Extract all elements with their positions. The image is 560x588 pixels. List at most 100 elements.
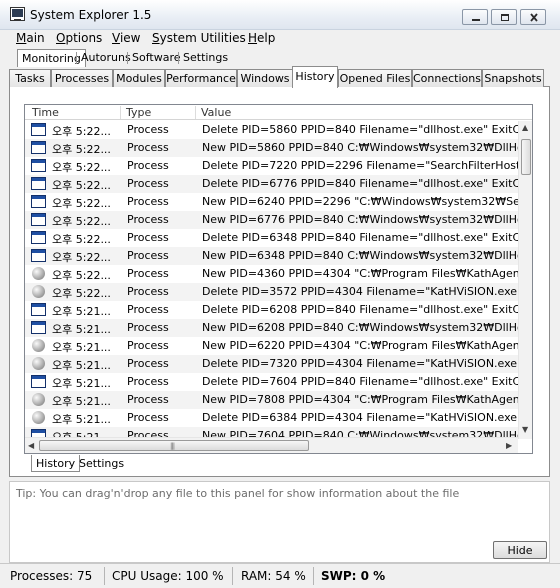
scroll-left-icon[interactable]: ◀ <box>28 441 34 450</box>
agent-icon <box>32 285 45 298</box>
tab-connections[interactable]: Connections <box>412 69 482 87</box>
history-row[interactable]: 오후 5:22... Process New PID=5860 PPID=840 C… <box>25 139 518 157</box>
list-header: Time Type Value <box>25 105 532 120</box>
row-type: Process <box>127 321 169 334</box>
history-row[interactable]: 오후 5:22... Process Delete PID=6348 PPID=84… <box>25 229 518 247</box>
row-value: New PID=6220 PPID=4304 "C:₩Program Files… <box>202 339 518 352</box>
row-time: 오후 5:22... <box>52 233 111 246</box>
row-value: New PID=7808 PPID=4304 "C:₩Program Files… <box>202 393 518 406</box>
row-value: Delete PID=7220 PPID=2296 Filename="Sear… <box>202 159 518 172</box>
history-row[interactable]: 오후 5:22... Process New PID=6348 PPID=840 C… <box>25 247 518 265</box>
file-drop-panel[interactable]: Tip: You can drag'n'drop any file to thi… <box>9 481 550 563</box>
row-value: New PID=7604 PPID=840 C:₩Windows₩system3… <box>202 429 518 437</box>
row-value: Delete PID=7604 PPID=840 Filename="dllho… <box>202 375 518 388</box>
scroll-up-icon[interactable]: ▲ <box>522 123 528 132</box>
row-type: Process <box>127 393 169 406</box>
row-time: 오후 5:21... <box>52 323 111 336</box>
history-row[interactable]: 오후 5:22... Process Delete PID=3572 PPID=43… <box>25 283 518 301</box>
vertical-scroll-thumb[interactable] <box>521 139 531 175</box>
window-icon <box>31 231 46 244</box>
status-cpu-usage: CPU Usage: 100 % <box>112 569 224 583</box>
tab-processes[interactable]: Processes <box>51 69 113 87</box>
history-row[interactable]: 오후 5:22... Process New PID=6240 PPID=2296 … <box>25 193 518 211</box>
history-row[interactable]: 오후 5:22... Process Delete PID=6776 PPID=84… <box>25 175 518 193</box>
menu-help-label: elp <box>257 31 276 45</box>
agent-icon <box>32 411 45 424</box>
history-row[interactable]: 오후 5:22... Process Delete PID=5860 PPID=84… <box>25 121 518 139</box>
tab-modules[interactable]: Modules <box>113 69 165 87</box>
row-value: New PID=6348 PPID=840 C:₩Windows₩system3… <box>202 249 518 262</box>
horizontal-scrollbar[interactable]: ◀ ||| ▶ <box>25 437 518 453</box>
history-row[interactable]: 오후 5:21... Process New PID=6208 PPID=840 C… <box>25 319 518 337</box>
row-value: Delete PID=3572 PPID=4304 Filename="KatH… <box>202 285 518 298</box>
menu-options[interactable]: Options <box>56 31 102 45</box>
horizontal-scroll-thumb[interactable]: ||| <box>39 440 309 451</box>
menu-bar: Main Options View System Utilities Help <box>0 30 560 48</box>
menu-system-utilities-label: ystem Utilities <box>159 31 246 45</box>
menu-view[interactable]: View <box>112 31 140 45</box>
row-type: Process <box>127 141 169 154</box>
row-type: Process <box>127 267 169 280</box>
history-row[interactable]: 오후 5:21... Process New PID=7808 PPID=4304 … <box>25 391 518 409</box>
tab-software[interactable]: Software <box>128 49 185 66</box>
window-icon <box>31 141 46 154</box>
close-button[interactable] <box>520 9 546 25</box>
menu-help[interactable]: Help <box>248 31 275 45</box>
history-row[interactable]: 오후 5:21... Process New PID=6220 PPID=4304 … <box>25 337 518 355</box>
close-icon <box>530 13 538 22</box>
row-type: Process <box>127 339 169 352</box>
row-value: Delete PID=6384 PPID=4304 Filename="KatH… <box>202 411 518 424</box>
row-type: Process <box>127 357 169 370</box>
tab-snapshots[interactable]: Snapshots <box>482 69 544 87</box>
agent-icon <box>32 267 45 280</box>
tab-performance[interactable]: Performance <box>165 69 237 87</box>
history-row[interactable]: 오후 5:21... Process New PID=7604 PPID=840 C… <box>25 427 518 437</box>
scroll-down-icon[interactable]: ▼ <box>522 425 528 434</box>
row-type: Process <box>127 285 169 298</box>
tab-history[interactable]: History <box>292 66 338 88</box>
history-row[interactable]: 오후 5:21... Process Delete PID=6384 PPID=43… <box>25 409 518 427</box>
scroll-right-icon[interactable]: ▶ <box>506 441 512 450</box>
menu-system-utilities-accel: S <box>152 31 160 45</box>
tab-windows[interactable]: Windows <box>237 69 293 87</box>
row-value: Delete PID=6776 PPID=840 Filename="dllho… <box>202 177 518 190</box>
menu-system-utilities[interactable]: System Utilities <box>152 31 246 45</box>
menu-main[interactable]: Main <box>16 31 45 45</box>
history-row[interactable]: 오후 5:21... Process Delete PID=7320 PPID=43… <box>25 355 518 373</box>
column-header-time[interactable]: Time <box>32 106 59 119</box>
column-header-value[interactable]: Value <box>201 106 231 119</box>
vertical-scrollbar[interactable]: ▲ ▼ <box>518 121 532 439</box>
window-icon <box>31 177 46 190</box>
column-header-type[interactable]: Type <box>126 106 151 119</box>
row-time: 오후 5:21... <box>52 359 111 372</box>
minimize-button[interactable] <box>462 9 488 25</box>
tab-opened-files[interactable]: Opened Files <box>338 69 412 87</box>
agent-icon <box>32 339 45 352</box>
column-divider[interactable] <box>195 106 196 119</box>
tab-history-bottom[interactable]: History <box>31 455 81 472</box>
menu-view-accel: V <box>112 31 120 45</box>
tab-settings[interactable]: Settings <box>179 49 232 66</box>
agent-icon <box>32 357 45 370</box>
menu-help-accel: H <box>248 31 258 45</box>
column-divider[interactable] <box>120 106 121 119</box>
history-row[interactable]: 오후 5:22... Process New PID=4360 PPID=4304 … <box>25 265 518 283</box>
row-time: 오후 5:21... <box>52 341 111 354</box>
row-type: Process <box>127 303 169 316</box>
history-row[interactable]: 오후 5:22... Process New PID=6776 PPID=840 C… <box>25 211 518 229</box>
tab-settings-bottom[interactable]: Settings <box>75 455 128 472</box>
history-row[interactable]: 오후 5:21... Process Delete PID=7604 PPID=84… <box>25 373 518 391</box>
history-row[interactable]: 오후 5:22... Process Delete PID=7220 PPID=22… <box>25 157 518 175</box>
row-time: 오후 5:22... <box>52 215 111 228</box>
history-row[interactable]: 오후 5:21... Process Delete PID=6208 PPID=84… <box>25 301 518 319</box>
tab-tasks[interactable]: Tasks <box>9 69 51 87</box>
window-icon <box>31 303 46 316</box>
row-type: Process <box>127 375 169 388</box>
status-swp: SWP: 0 % <box>321 569 386 583</box>
maximize-button[interactable] <box>491 9 517 25</box>
history-list[interactable]: Time Type Value 오후 5:22... Process Delete … <box>24 104 533 454</box>
minimize-icon <box>472 19 480 21</box>
agent-icon <box>32 393 45 406</box>
hide-button[interactable]: Hide <box>493 541 547 559</box>
row-time: 오후 5:22... <box>52 251 111 264</box>
